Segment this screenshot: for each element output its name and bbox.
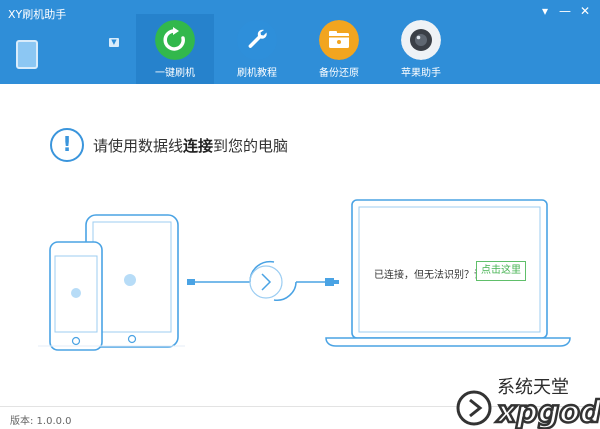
instruction-prefix: 请使用数据线 <box>93 137 184 155</box>
minimize-icon[interactable]: — <box>558 4 572 18</box>
camera-icon <box>401 20 441 60</box>
instruction-emphasis: 连接 <box>183 137 214 155</box>
tab-label: 备份还原 <box>319 68 359 79</box>
tab-label: 苹果助手 <box>401 68 441 79</box>
tab-backup-restore[interactable]: 备份还原 <box>300 14 378 84</box>
svg-text:xpgod: xpgod <box>495 395 600 429</box>
device-thumbnail[interactable] <box>16 40 38 69</box>
wrench-icon <box>237 20 277 60</box>
folder-icon <box>319 20 359 60</box>
close-icon[interactable]: ✕ <box>578 4 592 18</box>
tab-flash-tutorial[interactable]: 刷机教程 <box>218 14 296 84</box>
version-label: 版本: 1.0.0.0 <box>10 416 72 427</box>
refresh-icon <box>155 20 195 60</box>
click-here-button[interactable]: 点击这里 <box>476 261 526 281</box>
usb-cable-illustration <box>187 260 339 301</box>
instruction-suffix: 到您的电脑 <box>213 137 289 155</box>
tab-label: 一键刷机 <box>155 68 195 79</box>
iphone-illustration <box>49 241 103 351</box>
tab-apple-helper[interactable]: 苹果助手 <box>382 14 460 84</box>
menu-dropdown-icon[interactable]: ▾ <box>538 4 552 18</box>
device-dropdown-icon[interactable]: ▼ <box>109 38 119 47</box>
tab-one-click-flash[interactable]: 一键刷机 <box>136 14 214 84</box>
tab-label: 刷机教程 <box>237 68 277 79</box>
app-title: XY刷机助手 <box>8 8 67 21</box>
connect-instruction: 请使用数据线连接到您的电脑 <box>93 135 288 156</box>
watermark-logo: 系统天堂 xpgod <box>456 375 600 429</box>
connected-status-text: 已连接，但无法识别？请 <box>374 270 484 281</box>
alert-icon: ! <box>50 128 84 162</box>
